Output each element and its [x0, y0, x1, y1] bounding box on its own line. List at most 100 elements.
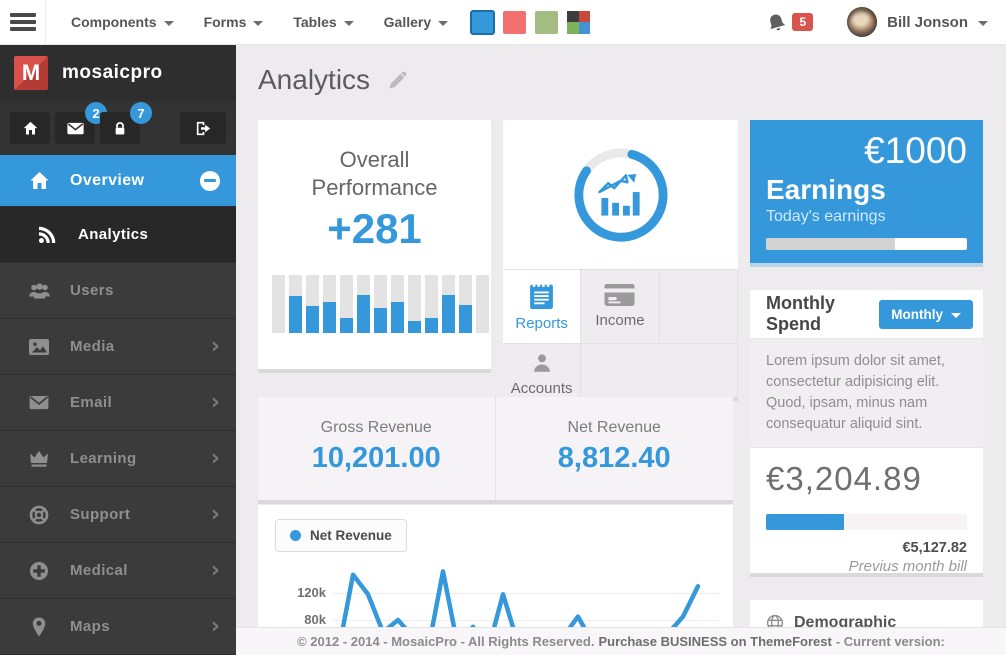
- earnings-progress-bar: [766, 238, 967, 250]
- chevron-right-icon: ›: [211, 448, 220, 470]
- page-header: Analytics: [258, 64, 410, 96]
- chart-trend-icon: [599, 173, 639, 215]
- sidebar-item-learning[interactable]: Learning ›: [0, 431, 236, 487]
- home-icon: [23, 121, 38, 136]
- sidebar-item-media[interactable]: Media ›: [0, 319, 236, 375]
- earnings-subtitle: Today's earnings: [766, 208, 967, 226]
- footer-copyright: © 2012 - 2014 - MosaicPro - All Rights R…: [297, 634, 594, 649]
- brand-logo: M: [14, 56, 48, 90]
- notepad-icon: [530, 282, 553, 309]
- card-title: Overall Performance: [258, 146, 491, 201]
- net-revenue-label: Net Revenue: [496, 419, 734, 437]
- monthly-spend-card: Monthly Spend Monthly Lorem ipsum dolor …: [750, 290, 983, 573]
- mini-bar-chart: [272, 275, 491, 333]
- credit-card-icon: [604, 284, 635, 306]
- brand[interactable]: M mosaicpro: [0, 45, 236, 101]
- main-menu: Components Forms Tables Gallery: [56, 0, 463, 44]
- footer-version-text: - Current version:: [836, 634, 945, 649]
- menu-label: Forms: [204, 14, 247, 30]
- spend-progress-bar: [766, 514, 967, 530]
- earnings-card: €1000 Earnings Today's earnings: [750, 120, 983, 263]
- menu-forms[interactable]: Forms: [189, 0, 279, 44]
- bell-icon: [765, 10, 789, 34]
- home-button[interactable]: [10, 112, 50, 144]
- menu-label: Components: [71, 14, 157, 30]
- page-title: Analytics: [258, 64, 370, 96]
- caret-down-icon: [253, 21, 263, 26]
- lock-icon: [114, 121, 126, 136]
- tab-accounts[interactable]: Accounts: [503, 343, 581, 397]
- gross-revenue-label: Gross Revenue: [258, 419, 495, 437]
- tab-income[interactable]: Income: [581, 270, 659, 343]
- gross-revenue-cell: Gross Revenue 10,201.00: [258, 397, 496, 500]
- sidebar-item-label: Overview: [70, 172, 144, 190]
- donut-chart: [503, 120, 738, 270]
- notifications-button[interactable]: 5: [767, 13, 813, 32]
- widget-tabs-row2: Accounts: [503, 343, 738, 397]
- sidebar-toggle-button[interactable]: [0, 0, 46, 44]
- avatar: [847, 7, 877, 37]
- hamburger-icon: [10, 13, 36, 17]
- spend-description: Lorem ipsum dolor sit amet, consectetur …: [750, 338, 983, 448]
- media-icon: [26, 339, 52, 355]
- envelope-icon: [26, 395, 52, 410]
- footer: © 2012 - 2014 - MosaicPro - All Rights R…: [236, 627, 1006, 655]
- sidebar-item-label: Email: [70, 394, 112, 411]
- brand-name: mosaicpro: [62, 62, 163, 84]
- theme-swatch-green[interactable]: [535, 11, 558, 34]
- sidebar-item-overview[interactable]: Overview: [0, 155, 236, 207]
- sidebar-item-users[interactable]: Users: [0, 263, 236, 319]
- sidebar-item-maps[interactable]: Maps ›: [0, 599, 236, 655]
- caret-down-icon: [978, 21, 988, 26]
- spend-amount: €3,204.89: [766, 460, 967, 498]
- menu-tables[interactable]: Tables: [278, 0, 368, 44]
- plus-circle-icon: [26, 561, 52, 581]
- sidebar-item-label: Users: [70, 282, 114, 299]
- sign-out-icon: [195, 121, 212, 136]
- period-select-button[interactable]: Monthly: [879, 300, 973, 329]
- edit-pencil-icon[interactable]: [386, 68, 410, 92]
- sidebar-item-analytics[interactable]: Analytics: [0, 207, 236, 263]
- sidebar-item-label: Support: [70, 506, 130, 523]
- tab-label: Accounts: [511, 380, 573, 397]
- app-root: Components Forms Tables Gallery 5: [0, 0, 1006, 655]
- logout-button[interactable]: [180, 112, 226, 144]
- tab-label: Income: [595, 312, 644, 329]
- user-name: Bill Jonson: [887, 14, 968, 31]
- revenue-summary-card: Gross Revenue 10,201.00 Net Revenue 8,81…: [258, 397, 733, 500]
- gross-revenue-value: 10,201.00: [258, 442, 495, 475]
- menu-components[interactable]: Components: [56, 0, 189, 44]
- envelope-icon: [67, 122, 84, 135]
- tab-reports[interactable]: Reports: [503, 270, 581, 343]
- overall-performance-card: Overall Performance +281: [258, 120, 491, 369]
- chevron-right-icon: ›: [211, 504, 220, 526]
- menu-gallery[interactable]: Gallery: [369, 0, 463, 44]
- users-icon: [26, 282, 52, 300]
- widget-tabs: Reports Income: [503, 270, 738, 343]
- sidebar-item-label: Media: [70, 338, 115, 355]
- sidebar-item-label: Maps: [70, 618, 110, 635]
- performance-value: +281: [258, 205, 491, 253]
- theme-swatch-multicolor[interactable]: [567, 11, 590, 34]
- messages-button[interactable]: 2: [55, 112, 95, 144]
- tab-empty: [581, 343, 738, 397]
- caret-down-icon: [344, 21, 354, 26]
- top-navbar: Components Forms Tables Gallery 5: [0, 0, 1006, 45]
- collapse-icon[interactable]: [200, 171, 220, 191]
- theme-swatch-blue[interactable]: [471, 11, 494, 34]
- footer-purchase-link[interactable]: Purchase BUSINESS on ThemeForest: [598, 634, 831, 649]
- user-menu[interactable]: Bill Jonson: [847, 7, 988, 37]
- earnings-amount: €1000: [766, 130, 967, 172]
- theme-swatch-red[interactable]: [503, 11, 526, 34]
- security-button[interactable]: 7: [100, 112, 140, 144]
- sidebar-item-medical[interactable]: Medical ›: [0, 543, 236, 599]
- earnings-title: Earnings: [766, 174, 967, 206]
- navbar-right: 5 Bill Jonson: [767, 7, 1006, 37]
- caret-down-icon: [438, 21, 448, 26]
- sidebar-item-email[interactable]: Email ›: [0, 375, 236, 431]
- sidebar-item-support[interactable]: Support ›: [0, 487, 236, 543]
- card-title: Monthly Spend: [766, 293, 879, 335]
- chevron-right-icon: ›: [211, 616, 220, 638]
- crown-icon: [26, 450, 52, 467]
- net-revenue-value: 8,812.40: [496, 442, 734, 475]
